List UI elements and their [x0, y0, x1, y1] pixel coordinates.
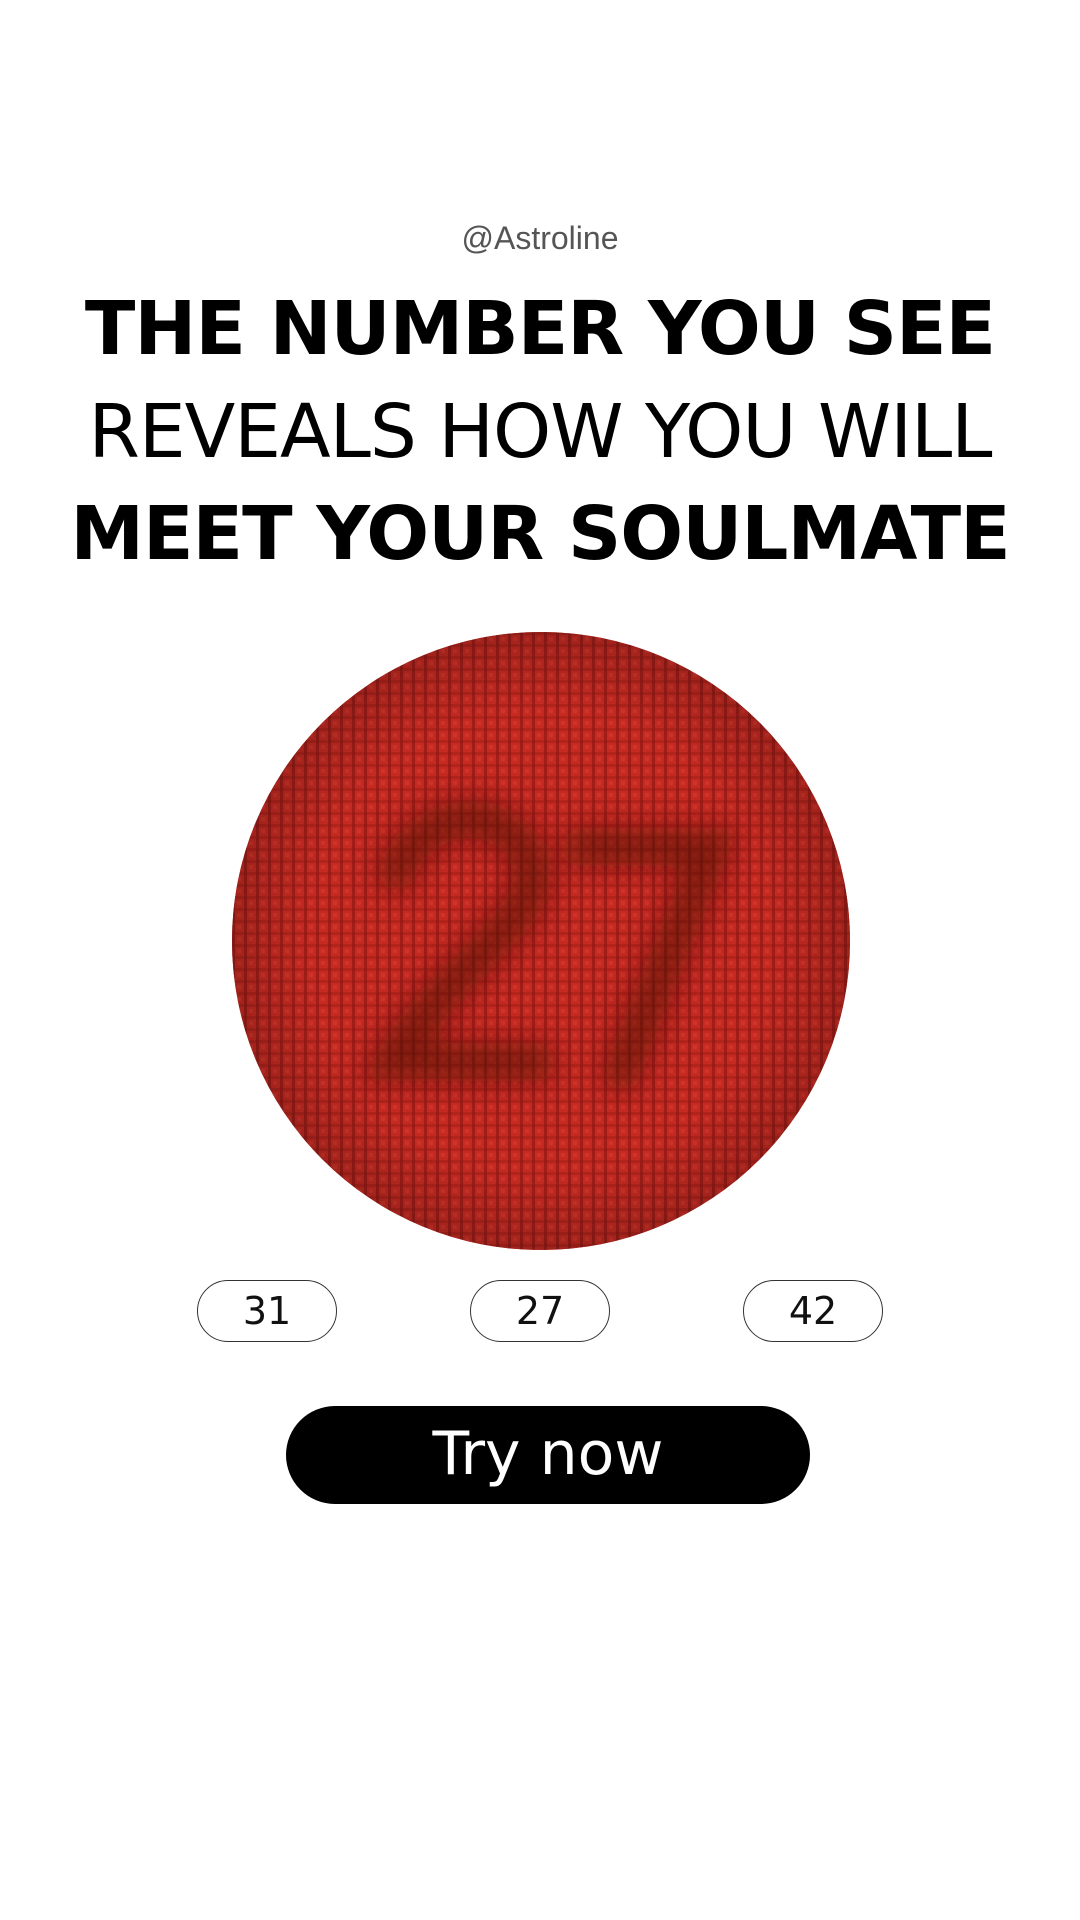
try-now-button[interactable]: Try now: [286, 1406, 810, 1504]
headline-line-2: REVEALS HOW YOU WILL: [88, 389, 992, 475]
test-plate-pattern: [232, 632, 850, 1250]
brand-handle: @Astroline: [461, 220, 619, 256]
headline-line-1: THE NUMBER YOU SEE: [84, 286, 996, 372]
color-vision-test-plate: [232, 632, 850, 1250]
headline-line-3: MEET YOUR SOULMATE: [70, 491, 1010, 577]
answer-option-3[interactable]: 42: [743, 1280, 883, 1342]
answer-option-2[interactable]: 27: [470, 1280, 610, 1342]
answer-option-1[interactable]: 31: [197, 1280, 337, 1342]
